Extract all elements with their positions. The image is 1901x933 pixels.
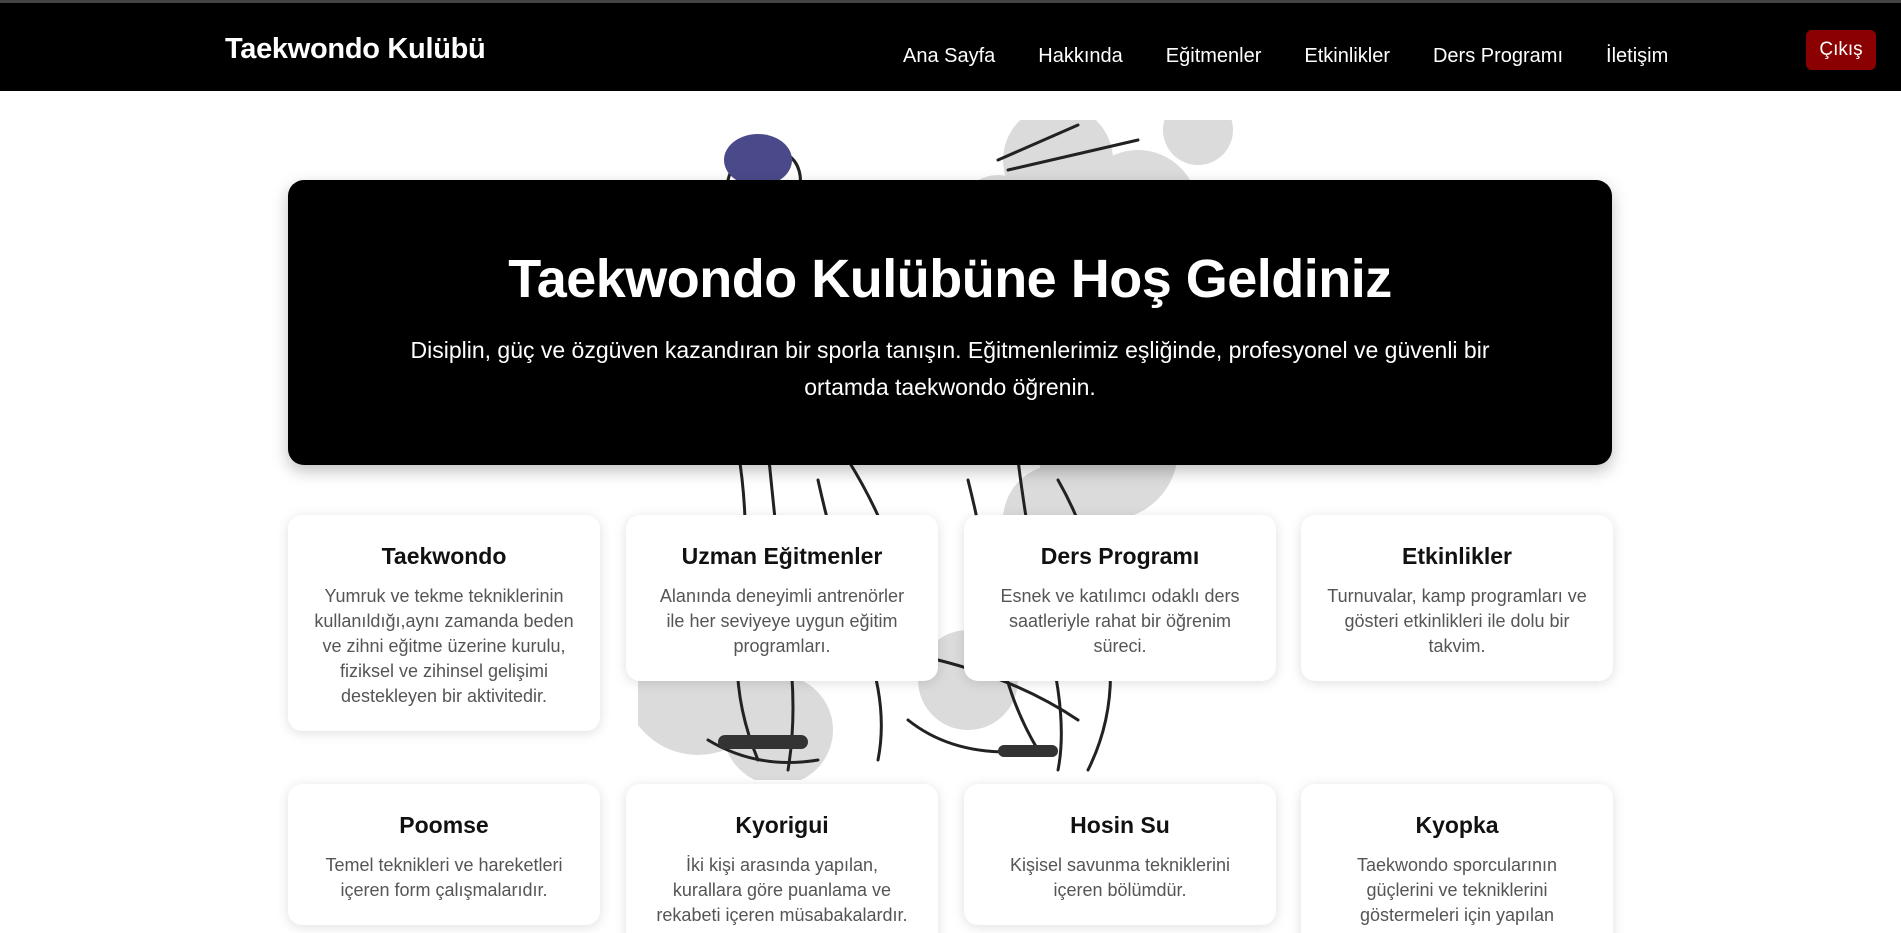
nav-links: Ana Sayfa Hakkında Eğitmenler Etkinlikle… [903, 45, 1711, 68]
hero-banner: Taekwondo Kulübüne Hoş Geldiniz Disiplin… [288, 180, 1612, 465]
feature-card-taekwondo[interactable]: Taekwondo Yumruk ve tekme tekniklerinin … [288, 515, 600, 731]
nav-link-ders-programi[interactable]: Ders Programı [1433, 45, 1563, 68]
card-title: Etkinlikler [1402, 543, 1512, 569]
feature-card-ders-programi[interactable]: Ders Programı Esnek ve katılımcı odaklı … [964, 515, 1276, 681]
card-text: Kişisel savunma tekniklerini içeren bölü… [1009, 855, 1231, 900]
card-title: Uzman Eğitmenler [681, 543, 883, 569]
card-text: Esnek ve katılımcı odaklı ders saatleriy… [1000, 586, 1240, 656]
feature-card-poomse[interactable]: Poomse Temel teknikleri ve hareketleri i… [288, 784, 600, 925]
nav-link-hakkinda[interactable]: Hakkında [1038, 45, 1123, 68]
nav-link-etkinlikler[interactable]: Etkinlikler [1304, 45, 1390, 68]
card-text: İki kişi arasında yapılan, kurallara gör… [656, 855, 908, 925]
card-title: Ders Programı [1040, 543, 1200, 569]
card-title: Hosin Su [1070, 812, 1170, 838]
hero-subtitle: Disiplin, güç ve özgüven kazandıran bir … [410, 337, 1490, 400]
hero-title: Taekwondo Kulübüne Hoş Geldiniz [508, 249, 1392, 309]
card-text: Turnuvalar, kamp programları ve gösteri … [1327, 586, 1587, 656]
feature-card-etkinlikler[interactable]: Etkinlikler Turnuvalar, kamp programları… [1301, 515, 1613, 681]
card-text: Yumruk ve tekme tekniklerinin kullanıldı… [314, 586, 574, 706]
card-text: Alanında deneyimli antrenörler ile her s… [659, 586, 905, 656]
card-title: Poomse [399, 812, 489, 838]
card-text: Taekwondo sporcularının güçlerini ve tek… [1356, 855, 1558, 925]
logout-button[interactable]: Çıkış [1806, 30, 1876, 70]
brand-logo[interactable]: Taekwondo Kulübü [225, 33, 486, 66]
feature-card-hosin-su[interactable]: Hosin Su Kişisel savunma tekniklerini iç… [964, 784, 1276, 925]
feature-card-uzman-egitmenler[interactable]: Uzman Eğitmenler Alanında deneyimli antr… [626, 515, 938, 681]
nav-link-iletisim[interactable]: İletişim [1606, 45, 1668, 68]
navbar: Taekwondo Kulübü Ana Sayfa Hakkında Eğit… [0, 0, 1901, 91]
card-text: Temel teknikleri ve hareketleri içeren f… [325, 855, 563, 900]
card-title: Kyorigui [735, 812, 829, 838]
feature-card-kyorigui[interactable]: Kyorigui İki kişi arasında yapılan, kura… [626, 784, 938, 933]
nav-link-egitmenler[interactable]: Eğitmenler [1166, 45, 1262, 68]
card-title: Taekwondo [381, 543, 507, 569]
feature-card-kyopka[interactable]: Kyopka Taekwondo sporcularının güçlerini… [1301, 784, 1613, 933]
nav-link-ana-sayfa[interactable]: Ana Sayfa [903, 45, 995, 68]
card-title: Kyopka [1415, 812, 1499, 838]
